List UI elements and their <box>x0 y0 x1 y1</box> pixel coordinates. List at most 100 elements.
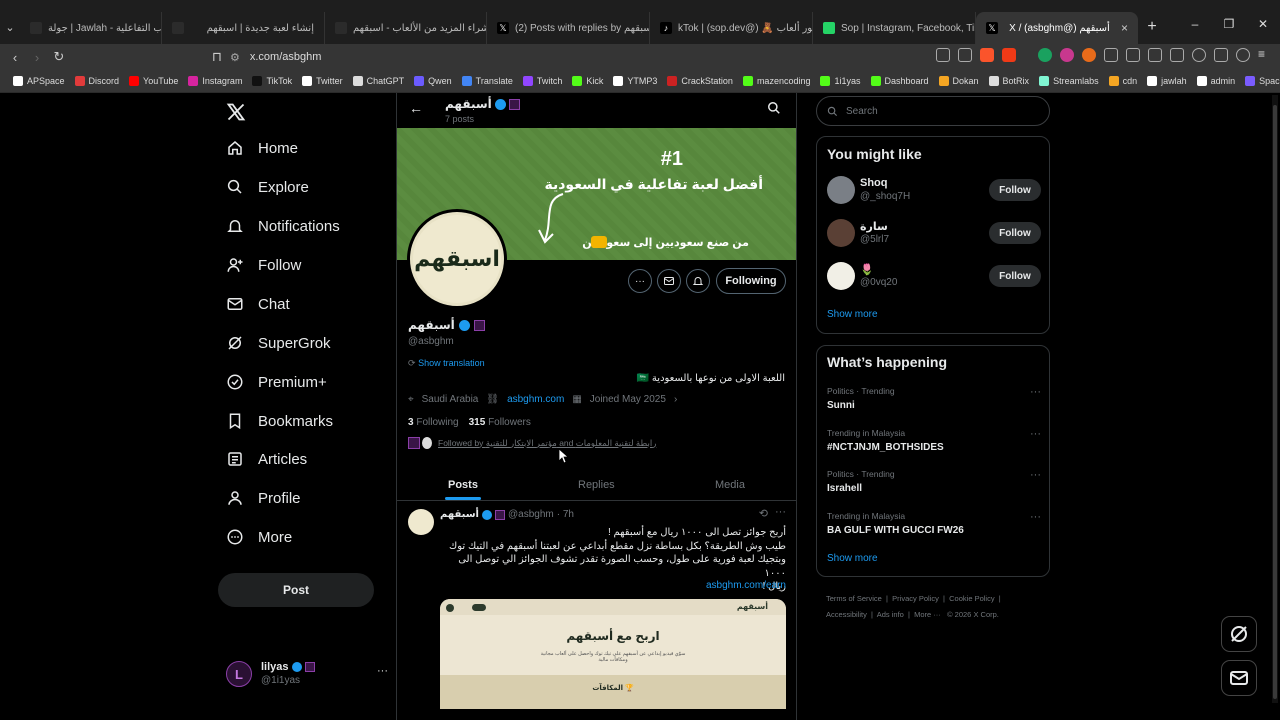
nav-item-articles[interactable]: Articles <box>226 450 307 468</box>
following-button[interactable]: Following <box>716 268 786 294</box>
nav-item-profile[interactable]: Profile <box>226 489 301 507</box>
bookmark-item[interactable]: mazencoding <box>738 76 816 86</box>
avatar[interactable] <box>827 219 855 247</box>
url-field[interactable]: ⚙ x.com/asbghm <box>230 46 960 68</box>
bookmark-item[interactable]: Discord <box>70 76 125 86</box>
bookmark-item[interactable]: Kick <box>567 76 608 86</box>
post-button[interactable]: Post <box>218 573 374 607</box>
nav-item-supergrok[interactable]: SuperGrok <box>226 334 331 352</box>
avatar[interactable] <box>827 176 855 204</box>
suggested-account[interactable]: 🌷 @0vq20 Follow <box>827 261 1041 291</box>
nav-item-notifications[interactable]: Notifications <box>226 217 340 235</box>
more-icon[interactable]: ··· <box>377 665 388 677</box>
bookmark-item[interactable]: Dashboard <box>866 76 934 86</box>
browser-tab[interactable]: Sop | Instagram, Facebook, TikTok | L <box>813 12 976 44</box>
post-more-icon[interactable]: ··· <box>775 506 786 518</box>
footer-link[interactable]: Terms of Service <box>826 594 882 603</box>
bookmark-item[interactable]: APSpace <box>8 76 70 86</box>
reload-icon[interactable]: ↻ <box>48 49 70 65</box>
close-window-button[interactable]: ✕ <box>1246 17 1280 31</box>
menu-icon[interactable]: ≡ <box>1258 48 1272 62</box>
browser-tab[interactable]: جولة | Jawlah - منصة الألعاب التفاعلية <box>20 12 162 44</box>
search-input[interactable]: Search <box>816 96 1050 126</box>
bookmark-item[interactable]: Spacemail <box>1240 76 1280 86</box>
leo-icon[interactable] <box>1214 48 1228 62</box>
tab-replies[interactable]: Replies <box>578 479 615 491</box>
nav-item-explore[interactable]: Explore <box>226 178 309 196</box>
account-switcher[interactable]: L lilyas @1i1yas ··· <box>226 659 388 689</box>
bookmark-item[interactable]: TikTok <box>247 76 297 86</box>
grok-explain-icon[interactable]: ⟲ <box>759 507 768 520</box>
bookmark-item[interactable]: 1i1yas <box>815 76 865 86</box>
suggested-account[interactable]: Shoq @_shoq7H Follow <box>827 175 1041 205</box>
trend-item[interactable]: Trending in Malaysia #NCTJNJM_BOTHSIDES ··… <box>827 428 1041 453</box>
close-tab-icon[interactable]: × <box>1121 21 1128 35</box>
wallet-icon[interactable] <box>1170 48 1184 62</box>
back-button[interactable]: ← <box>409 100 423 116</box>
nav-item-more[interactable]: More <box>226 528 292 546</box>
footer-link[interactable]: More ··· <box>914 610 941 619</box>
brave-rewards-icon[interactable] <box>1002 48 1016 62</box>
nav-item-follow[interactable]: Follow <box>226 256 301 274</box>
new-tab-button[interactable]: + <box>1138 18 1166 36</box>
trend-more-icon[interactable]: ··· <box>1030 469 1041 481</box>
search-icon[interactable] <box>767 101 781 120</box>
post-author-name[interactable]: أسبقهم <box>440 509 479 520</box>
brave-shield-icon[interactable] <box>980 48 994 62</box>
nav-item-bookmarks[interactable]: Bookmarks <box>226 412 333 430</box>
profile-joined[interactable]: Joined May 2025 <box>590 394 666 405</box>
vpn-icon[interactable] <box>1192 48 1206 62</box>
trend-item[interactable]: Trending in Malaysia BA GULF WITH GUCCI F… <box>827 511 1041 536</box>
extension-icon[interactable] <box>1126 48 1140 62</box>
screen-icon[interactable] <box>936 48 950 62</box>
browser-tab[interactable]: إنشاء لعبة جديدة | اسبقهم <box>162 12 325 44</box>
footer-link[interactable]: Ads info <box>877 610 904 619</box>
message-button[interactable] <box>657 269 681 293</box>
following-count-link[interactable]: 3 Following <box>408 417 459 428</box>
show-more-link[interactable]: Show more <box>827 309 878 320</box>
sidebar-icon[interactable] <box>1148 48 1162 62</box>
more-options-button[interactable]: ··· <box>628 269 652 293</box>
profile-icon[interactable] <box>1236 48 1250 62</box>
trend-item[interactable]: Politics · Trending Sunni ··· <box>827 386 1041 411</box>
avatar[interactable] <box>827 262 855 290</box>
bookmark-page-icon[interactable]: ⊓ <box>206 49 228 65</box>
browser-tab-active[interactable]: 𝕏 X / (asbghm@) أسبقهم × <box>976 12 1138 44</box>
bookmark-item[interactable]: BotRix <box>984 76 1035 86</box>
bookmark-item[interactable]: Twitter <box>297 76 348 86</box>
browser-tab[interactable]: شراء المزيد من الألعاب - اسبقهم <box>325 12 487 44</box>
forward-icon[interactable]: › <box>26 50 48 65</box>
bookmark-item[interactable]: CrackStation <box>662 76 738 86</box>
trend-item[interactable]: Politics · Trending Israhell ··· <box>827 469 1041 494</box>
post-image[interactable]: أسبقهم اربح مع أسبقهم سوّي فيديو إبداعي … <box>440 599 786 709</box>
extension-icon[interactable] <box>1060 48 1074 62</box>
tab-media[interactable]: Media <box>715 479 745 491</box>
footer-link[interactable]: Cookie Policy <box>949 594 994 603</box>
site-info-icon[interactable]: ⚙ <box>230 51 240 64</box>
footer-link[interactable]: Accessibility <box>826 610 867 619</box>
trend-more-icon[interactable]: ··· <box>1030 386 1041 398</box>
profile-website[interactable]: asbghm.com <box>507 394 564 405</box>
bookmark-item[interactable]: Translate <box>457 76 518 86</box>
bookmark-item[interactable]: YTMP3 <box>608 76 662 86</box>
back-icon[interactable]: ‹ <box>4 50 26 65</box>
extension-icon[interactable] <box>1104 48 1118 62</box>
followed-by-link[interactable]: Followed by مؤتمر الابتكار للتقنية and ر… <box>438 438 656 449</box>
nav-item-premium[interactable]: Premium+ <box>226 373 327 391</box>
share-icon[interactable] <box>958 48 972 62</box>
browser-tab[interactable]: ♪ kTok | (sop.dev@) 🧸 مطور ألعاب <box>650 12 813 44</box>
notify-button[interactable] <box>686 269 710 293</box>
profile-avatar[interactable]: اسبقهم <box>407 209 507 309</box>
follow-button[interactable]: Follow <box>989 265 1041 287</box>
tab-search-icon[interactable]: ⌄ <box>0 21 20 34</box>
post-time[interactable]: · 7h <box>557 509 574 520</box>
bookmark-item[interactable]: cdn <box>1104 76 1143 86</box>
trend-more-icon[interactable]: ··· <box>1030 511 1041 523</box>
follow-button[interactable]: Follow <box>989 179 1041 201</box>
messages-fab-button[interactable] <box>1221 660 1257 696</box>
tab-posts[interactable]: Posts <box>448 479 478 491</box>
bookmark-item[interactable]: YouTube <box>124 76 183 86</box>
follow-button[interactable]: Follow <box>989 222 1041 244</box>
bookmark-item[interactable]: Streamlabs <box>1034 76 1104 86</box>
bookmark-item[interactable]: Instagram <box>183 76 247 86</box>
